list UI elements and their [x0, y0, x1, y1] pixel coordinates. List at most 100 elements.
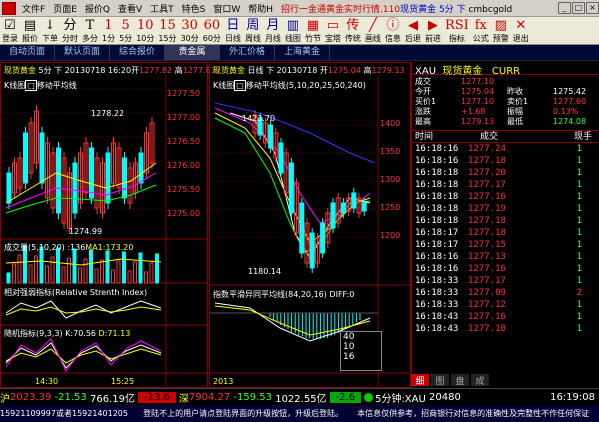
toolbar-button-5[interactable]: 1 1分 — [100, 16, 117, 44]
toolbar-label-2: 下单 — [42, 34, 58, 43]
volume-bar — [56, 247, 60, 284]
toolbar-button-2[interactable]: ↓ 下单 — [40, 16, 60, 44]
toolbar-button-17[interactable]: 传传统 — [343, 16, 363, 44]
toolbar-button-10[interactable]: 60 60分 — [201, 16, 223, 44]
popup-value-3: 16 — [343, 352, 355, 362]
volume-bar — [45, 265, 49, 284]
page-tab-2[interactable]: 综合报价 — [110, 45, 165, 60]
mid-macd-label: 指数平滑异同平均线(84,20,16) DIFF:0 — [213, 290, 355, 299]
quote-tab-2[interactable]: 盘 — [451, 374, 469, 387]
page-tab-3[interactable]: 贵金属 — [165, 45, 220, 60]
left-x-tick-2: 15:25 — [111, 377, 135, 386]
trade-cell: 1277.16 — [468, 264, 506, 274]
toolbar-button-11[interactable]: 日日线 — [223, 16, 243, 44]
toolbar-button-12[interactable]: 周周线 — [243, 16, 263, 44]
toolbar-button-23[interactable]: fx 公式 — [471, 16, 491, 44]
quote-row: 成交 1277.10 — [415, 77, 599, 87]
toolbar-button-0[interactable]: ☑ 登录 — [0, 16, 20, 44]
quote-cell: 1275.42 — [553, 87, 587, 96]
toolbar-icon-25: ✕ — [515, 18, 527, 33]
menu-tools[interactable]: 工具T — [146, 2, 178, 15]
toolbar-button-14[interactable]: ▥ 线图 — [283, 16, 303, 44]
toolbar-button-22[interactable]: RSI 指标 — [443, 16, 471, 44]
trade-cell: 1 — [576, 264, 582, 274]
toolbar-button-4[interactable]: T 多分 — [80, 16, 100, 44]
toolbar-button-25[interactable]: ✕ 退出 — [511, 16, 531, 44]
trade-row: 16:18:16 1277.13 1 — [412, 251, 599, 263]
page-tab-0[interactable]: 自动页面 — [0, 45, 55, 60]
trade-row: 16:18:17 1277.15 1 — [412, 239, 599, 251]
toolbar-label-4: 多分 — [82, 34, 98, 43]
page-tab-5[interactable]: 上海黄金 — [275, 45, 330, 60]
toolbar-label-22: 指标 — [448, 34, 465, 43]
menu-window[interactable]: 窗口W — [209, 2, 244, 15]
quote-tab-0[interactable]: 细 — [411, 374, 429, 387]
trade-row: 16:18:18 1277.19 1 — [412, 203, 599, 215]
trade-row: 16:18:18 1277.18 1 — [412, 215, 599, 227]
trade-cell: 1277.16 — [468, 192, 506, 202]
volume-bar — [34, 255, 38, 284]
trade-cell: 1277.16 — [468, 312, 506, 322]
candle-body — [299, 202, 305, 254]
toolbar-label-13: 月线 — [264, 34, 281, 43]
menu-page[interactable]: 页面E — [49, 2, 81, 15]
candle-body — [105, 152, 111, 204]
candle-body — [23, 132, 28, 184]
toolbar-button-24[interactable]: ▨ 预警 — [491, 16, 511, 44]
menu-help[interactable]: 帮助H — [244, 2, 277, 15]
quote-tab-1[interactable]: 图 — [431, 374, 449, 387]
volume-bar — [138, 252, 143, 284]
app-logo-icon — [2, 1, 16, 15]
toolbar-label-5: 1分 — [102, 34, 116, 43]
toolbar-button-8[interactable]: 15 15分 — [156, 16, 178, 44]
quote-row: 最高 1279.13 最低 1274.08 — [415, 117, 599, 127]
page-tab-4[interactable]: 外汇价格 — [220, 45, 275, 60]
trade-row: 16:18:43 1277.10 1 — [412, 323, 599, 335]
trade-row: 16:18:33 1277.09 2 — [412, 287, 599, 299]
toolbar-button-1[interactable]: ▤ 报价 — [20, 16, 40, 44]
toolbar-button-7[interactable]: 10 10分 — [134, 16, 156, 44]
quote-panel: XAU 现货黄金 CURR 成交 1277.10 今开 1275.04 昨收 1275.4… — [411, 62, 599, 372]
page-tab-1[interactable]: 默认页面 — [55, 45, 110, 60]
toolbar-button-6[interactable]: 5 5分 — [117, 16, 134, 44]
toolbar-icon-18: ╱ — [369, 18, 377, 33]
trade-cell: 1277.19 — [468, 204, 506, 214]
quote-row: 买价1 1277.10 卖价1 1277.60 — [415, 97, 599, 107]
menu-special[interactable]: 特色S — [178, 2, 210, 15]
toolbar-button-3[interactable]: 分分时 — [60, 16, 80, 44]
trade-cell: 16:18:16 — [415, 252, 459, 262]
mid-ann-low: 1180.14 — [248, 267, 282, 276]
toolbar-button-20[interactable]: ◀ 后退 — [403, 16, 423, 44]
trade-cell: 1277.17 — [468, 180, 506, 190]
toolbar-button-15[interactable]: ▦ 竹节 — [303, 16, 323, 44]
quote-tab-3[interactable]: 成 — [471, 374, 489, 387]
toolbar-button-21[interactable]: ▶ 前进 — [423, 16, 443, 44]
y-tick: 1275.00 — [167, 209, 201, 218]
toolbar-label-15: 竹节 — [304, 34, 321, 43]
quote-cell: 振幅 — [507, 107, 523, 116]
toolbar-icon-16: ▭ — [326, 18, 340, 33]
minimize-icon[interactable]: _ — [558, 2, 571, 14]
toolbar-icon-17: 传 — [346, 18, 360, 33]
trade-cell: 16:18:33 — [415, 276, 459, 286]
toolbar-button-19[interactable]: ⓘ 信息 — [383, 16, 403, 44]
rsi-line — [5, 300, 162, 319]
candle-body — [122, 157, 127, 199]
close-icon[interactable]: × — [586, 2, 599, 14]
trade-cell: 1 — [576, 228, 582, 238]
menu-quote[interactable]: 报价Q — [81, 2, 114, 15]
quote-cell: 1275.04 — [461, 87, 495, 96]
toolbar-button-13[interactable]: 月月线 — [263, 16, 283, 44]
toolbar-button-9[interactable]: 30 30分 — [179, 16, 201, 44]
toolbar-label-21: 前进 — [424, 34, 441, 43]
trade-row: 16:18:43 1277.16 1 — [412, 311, 599, 323]
menu-view[interactable]: 查看V — [114, 2, 146, 15]
trade-cell: 1 — [576, 144, 582, 154]
trade-cell: 1 — [576, 240, 582, 250]
menu-file[interactable]: 文件F — [18, 2, 49, 15]
toolbar-label-8: 15分 — [158, 34, 177, 43]
toolbar-button-16[interactable]: ▭ 宝塔 — [323, 16, 343, 44]
toolbar-button-18[interactable]: ╱ 画线 — [363, 16, 383, 44]
maximize-icon[interactable]: □ — [572, 2, 585, 14]
trade-cell: 1277.20 — [468, 168, 506, 178]
